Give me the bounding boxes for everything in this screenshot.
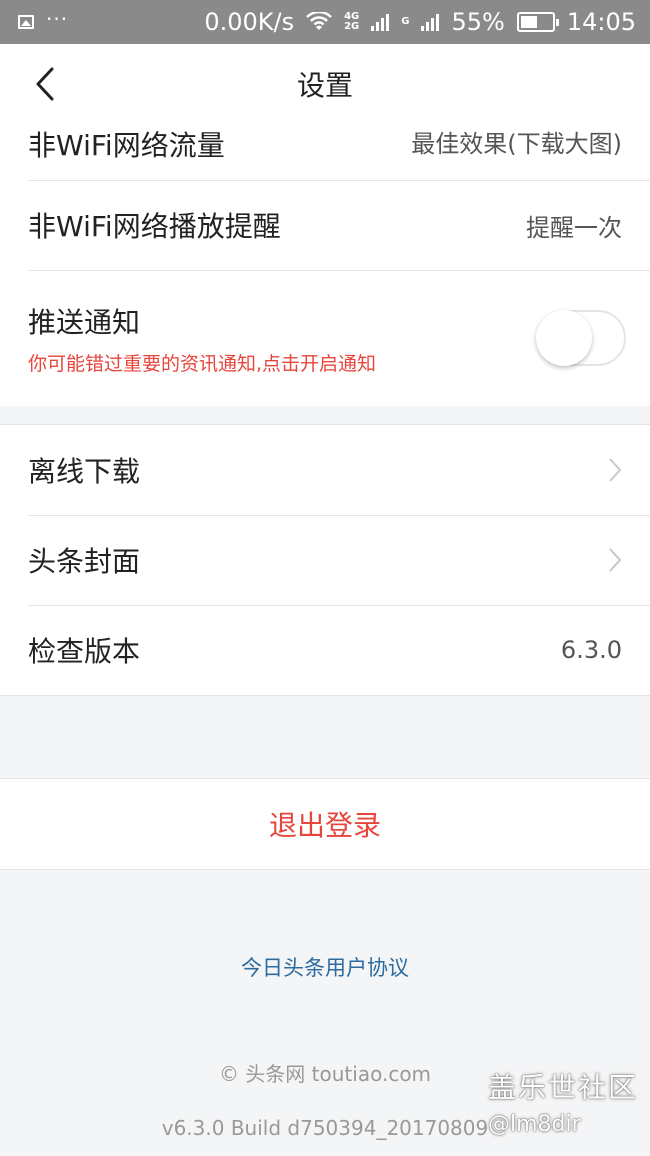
signal-bars-2-icon [421,13,440,31]
page-title: 设置 [296,69,353,102]
settings-group-misc: 离线下载 头条封面 检查版本 6.3.0 [0,424,650,696]
push-notification-texts: 推送通知 你可能错过重要的资讯通知,点击开启通知 [28,301,376,376]
setting-wifi-traffic[interactable]: 非WiFi网络流量 最佳效果(下载大图) [0,124,650,180]
watermark-line-1: 盖乐世社区 [487,1071,638,1104]
setting-wifi-traffic-label: 非WiFi网络流量 [28,129,225,162]
setting-wifi-play-reminder-label: 非WiFi网络播放提醒 [28,210,281,243]
watermark: 盖乐世社区 @lm8dir [488,1066,638,1137]
setting-cover-label: 头条封面 [28,545,141,578]
setting-offline-download-label: 离线下载 [28,455,141,488]
setting-check-version-label: 检查版本 [28,635,141,668]
settings-group-network: 非WiFi网络流量 最佳效果(下载大图) 非WiFi网络播放提醒 提醒一次 推送… [0,124,650,406]
network-speed: 0.00K/s [204,8,295,36]
status-bar-right: 0.00K/s 4G 2G G 55% 14:05 [204,8,636,36]
nav-bar: 设置 [0,44,650,124]
battery-icon [516,12,559,32]
setting-wifi-play-reminder-value: 提醒一次 [526,213,622,242]
setting-wifi-play-reminder[interactable]: 非WiFi网络播放提醒 提醒一次 [0,180,650,270]
chevron-right-icon [609,458,622,482]
push-notification-label: 推送通知 [28,305,141,339]
image-notification-icon [18,15,34,29]
toggle-knob [536,310,592,366]
setting-push-notification: 推送通知 你可能错过重要的资讯通知,点击开启通知 [0,270,650,406]
status-bar-left: ··· [18,7,68,31]
push-notification-warning[interactable]: 你可能错过重要的资讯通知,点击开启通知 [28,349,376,376]
status-bar: ··· 0.00K/s 4G 2G G 55% 14:05 [0,0,650,44]
wifi-icon [306,12,332,30]
back-icon[interactable] [30,66,60,102]
network-type-icon: 4G 2G [344,12,359,32]
setting-check-version-value: 6.3.0 [560,636,622,664]
setting-cover[interactable]: 头条封面 [0,515,650,605]
user-agreement-link[interactable]: 今日头条用户协议 [0,952,650,982]
logout-label: 退出登录 [268,809,381,842]
setting-wifi-traffic-value: 最佳效果(下载大图) [411,130,622,158]
battery-percent: 55% [451,8,505,36]
signal-bars-icon [371,13,390,31]
network-type-bottom: 2G [344,21,360,32]
more-notifications-icon: ··· [46,7,69,31]
setting-offline-download[interactable]: 离线下载 [0,425,650,515]
logout-button[interactable]: 退出登录 [0,778,650,870]
watermark-line-2: @lm8dir [487,1112,581,1137]
clock: 14:05 [566,8,636,36]
setting-check-version[interactable]: 检查版本 6.3.0 [0,605,650,695]
chevron-right-icon [609,548,622,572]
network-type-2-icon: G [401,16,410,27]
push-notification-toggle[interactable] [536,310,626,366]
